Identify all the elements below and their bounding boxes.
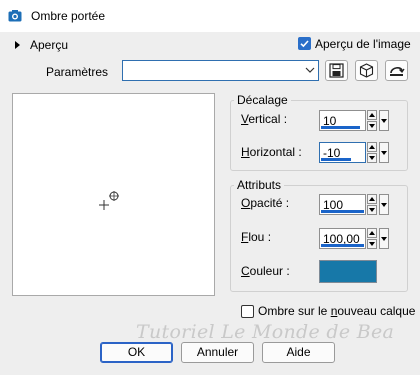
spin-down-icon[interactable] (367, 239, 377, 249)
color-label: Couleur : (241, 264, 290, 278)
save-preset-button[interactable] (325, 60, 348, 81)
preview-image-label[interactable]: Aperçu de l'image (315, 37, 411, 51)
opacity-spinner[interactable] (367, 194, 377, 215)
horizontal-input[interactable]: -10 (319, 142, 366, 163)
crosshair-icon[interactable] (95, 187, 121, 213)
horizontal-level-bar (321, 158, 351, 161)
preview-image-checkbox[interactable] (298, 37, 311, 50)
spin-down-icon[interactable] (367, 153, 377, 163)
blur-spinner[interactable] (367, 228, 377, 249)
chevron-down-icon (381, 203, 387, 207)
vertical-label: Vertical : (241, 112, 288, 126)
chevron-down-icon (381, 237, 387, 241)
params-label: Paramètres (46, 65, 109, 79)
horizontal-dropdown[interactable] (379, 142, 389, 163)
vertical-input[interactable]: 10 (319, 110, 366, 131)
spin-up-icon[interactable] (367, 228, 377, 238)
vertical-level-bar (321, 126, 360, 129)
new-layer-checkbox[interactable] (241, 305, 254, 318)
vertical-dropdown[interactable] (379, 110, 389, 131)
spin-up-icon[interactable] (367, 142, 377, 152)
window-title: Ombre portée (31, 9, 106, 23)
attributes-group-title: Attributs (234, 178, 285, 192)
opacity-label: Opacité : (241, 196, 290, 210)
blur-input[interactable]: 100,00 (319, 228, 366, 249)
blur-dropdown[interactable] (379, 228, 389, 249)
chevron-right-icon[interactable] (15, 41, 20, 49)
save-icon (329, 63, 344, 78)
watermark-text: Tutoriel Le Monde de Bea (136, 321, 395, 343)
blur-level-bar (321, 244, 364, 247)
params-combo[interactable] (122, 60, 319, 81)
blur-label: Flou : (241, 230, 272, 244)
horizontal-label: Horizontal : (241, 145, 302, 159)
camera-app-icon (8, 9, 22, 23)
spin-up-icon[interactable] (367, 110, 377, 120)
reset-button[interactable] (385, 60, 408, 81)
new-layer-label[interactable]: Ombre sur le nouveau calque (258, 304, 415, 318)
reset-icon (390, 67, 405, 76)
horizontal-spinner[interactable] (367, 142, 377, 163)
ok-button[interactable]: OK (100, 342, 173, 363)
spin-down-icon[interactable] (367, 121, 377, 131)
preview-toggle-label[interactable]: Aperçu (30, 38, 68, 52)
opacity-level-bar (321, 210, 364, 213)
opacity-dropdown[interactable] (379, 194, 389, 215)
chevron-down-icon[interactable] (303, 64, 317, 76)
spin-down-icon[interactable] (367, 205, 377, 215)
help-button[interactable]: Aide (262, 342, 335, 363)
cube-icon (359, 63, 374, 78)
vertical-spinner[interactable] (367, 110, 377, 131)
spin-up-icon[interactable] (367, 194, 377, 204)
cancel-button[interactable]: Annuler (181, 342, 254, 363)
opacity-input[interactable]: 100 (319, 194, 366, 215)
offset-group-title: Décalage (234, 93, 291, 107)
chevron-down-icon (381, 119, 387, 123)
color-swatch[interactable] (319, 260, 377, 283)
chevron-down-icon (381, 151, 387, 155)
checkmark-icon (300, 40, 309, 48)
cube-button[interactable] (355, 60, 378, 81)
